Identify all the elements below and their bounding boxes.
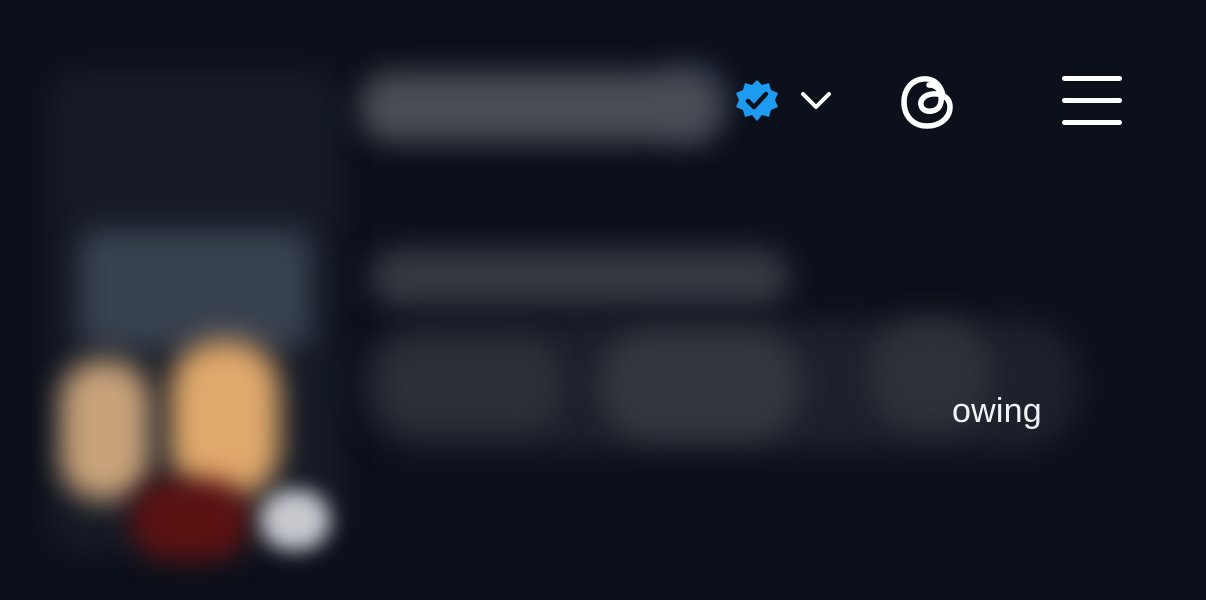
stat-followers-redacted xyxy=(380,340,560,430)
avatar-blur-center xyxy=(170,340,280,500)
avatar-blur-top xyxy=(80,230,310,350)
avatar-blur-left xyxy=(60,360,150,500)
stat-posts-redacted xyxy=(600,330,800,440)
avatar-blur-dot xyxy=(260,490,330,550)
avatar[interactable] xyxy=(20,40,340,560)
threads-logo-icon[interactable] xyxy=(894,66,964,136)
avatar-blur-bottom xyxy=(130,480,250,560)
menu-line-top xyxy=(1062,76,1122,81)
following-label[interactable]: owing xyxy=(952,392,1042,431)
verified-badge-icon xyxy=(734,78,780,124)
profile-handle-redacted xyxy=(370,248,790,308)
hamburger-menu-icon[interactable] xyxy=(1060,72,1124,128)
profile-name-redacted xyxy=(360,72,720,142)
menu-line-bottom xyxy=(1062,120,1122,125)
menu-line-middle xyxy=(1062,98,1122,103)
chevron-down-icon[interactable] xyxy=(797,86,835,116)
